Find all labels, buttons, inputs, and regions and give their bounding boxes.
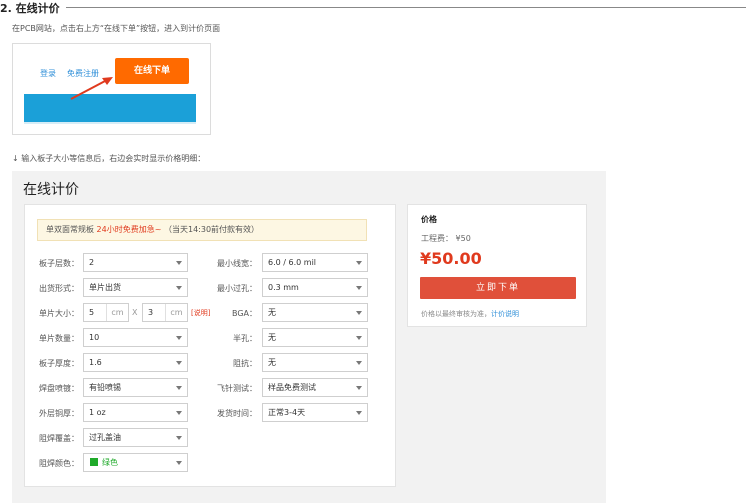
soldermask-cover-value: 过孔盖油: [89, 433, 121, 442]
bga-label: BGA：: [231, 309, 257, 318]
board-height-value: 3: [148, 308, 154, 317]
place-order-button[interactable]: 立即下单: [420, 277, 576, 299]
layers-select[interactable]: 2: [83, 253, 188, 272]
chevron-down-icon: [176, 461, 182, 465]
soldermask-cover-select[interactable]: 过孔盖油: [83, 428, 188, 447]
delivery-time-label: 发货时间：: [217, 409, 257, 418]
price-title: 价格: [421, 215, 437, 224]
chevron-down-icon: [176, 261, 182, 265]
impedance-label: 阻抗：: [233, 359, 257, 368]
urgent-notice: 单双面常规板 24小时免费加急~ （当天14:30前付款有效）: [37, 219, 367, 241]
size-separator: X: [132, 308, 138, 317]
chevron-down-icon: [176, 336, 182, 340]
min-hole-select[interactable]: 0.3 mm: [262, 278, 368, 297]
chevron-down-icon: [176, 386, 182, 390]
chevron-down-icon: [356, 336, 362, 340]
panel-title: 在线计价: [23, 182, 79, 198]
price-summary: 价格 工程费： ¥50 ¥50.00 立即下单 价格以最终审核为准，计价说明: [407, 204, 587, 327]
bga-select[interactable]: 无: [262, 303, 368, 322]
quantity-value: 10: [89, 333, 100, 342]
board-width-value: 5: [89, 308, 95, 317]
delivery-time-select[interactable]: 正常3-4天: [262, 403, 368, 422]
board-height-input[interactable]: 3 cm: [142, 303, 188, 322]
soldermask-color-label: 阻焊颜色：: [39, 459, 79, 468]
quantity-select[interactable]: 10: [83, 328, 188, 347]
shipping-form-label: 出货形式：: [39, 284, 79, 293]
impedance-select[interactable]: 无: [262, 353, 368, 372]
order-form: 单双面常规板 24小时免费加急~ （当天14:30前付款有效） 板子层数： 2 …: [24, 204, 396, 487]
surface-finish-label: 焊盘喷镀：: [39, 384, 79, 393]
width-unit: cm: [106, 304, 128, 321]
total-price: ¥50.00: [420, 249, 482, 268]
min-trace-select[interactable]: 6.0 / 6.0 mil: [262, 253, 368, 272]
min-hole-value: 0.3 mm: [268, 283, 299, 292]
soldermask-cover-label: 阻焊覆盖：: [39, 434, 79, 443]
flying-probe-select[interactable]: 样品免费测试: [262, 378, 368, 397]
copper-label: 外层铜厚：: [39, 409, 79, 418]
chevron-down-icon: [176, 436, 182, 440]
quantity-label: 单片数量：: [39, 334, 79, 343]
price-note-text: 价格以最终审核为准，: [421, 310, 491, 318]
section-title: 2. 在线计价: [0, 2, 60, 15]
surface-finish-select[interactable]: 有铅喷锡: [83, 378, 188, 397]
notice-prefix: 单双面常规板: [46, 225, 94, 234]
chevron-down-icon: [356, 286, 362, 290]
chevron-down-icon: [356, 361, 362, 365]
height-unit: cm: [165, 304, 187, 321]
half-hole-label: 半孔：: [233, 334, 257, 343]
thickness-value: 1.6: [89, 358, 102, 367]
copper-select[interactable]: 1 oz: [83, 403, 188, 422]
soldermask-color-value: 绿色: [102, 458, 118, 467]
chevron-down-icon: [356, 261, 362, 265]
board-size-label: 单片大小：: [39, 309, 79, 318]
surface-finish-value: 有铅喷锡: [89, 383, 121, 392]
layers-label: 板子层数：: [39, 259, 79, 268]
min-hole-label: 最小过孔：: [217, 284, 257, 293]
soldermask-color-select[interactable]: 绿色: [83, 453, 188, 472]
step2-text: ↓ 输入板子大小等信息后，右边会实时显示价格明细：: [12, 154, 206, 163]
chevron-down-icon: [176, 361, 182, 365]
flying-probe-label: 飞针测试：: [217, 384, 257, 393]
min-trace-label: 最小线宽：: [217, 259, 257, 268]
chevron-down-icon: [356, 311, 362, 315]
pricing-explain-link[interactable]: 计价说明: [491, 310, 519, 318]
chevron-down-icon: [356, 411, 362, 415]
notice-highlight: 24小时免费加急~: [96, 225, 162, 234]
shipping-form-select[interactable]: 单片出货: [83, 278, 188, 297]
min-trace-value: 6.0 / 6.0 mil: [268, 258, 317, 267]
engineering-fee: 工程费： ¥50: [421, 234, 471, 243]
flying-probe-value: 样品免费测试: [268, 383, 316, 392]
impedance-value: 无: [268, 358, 276, 367]
chevron-down-icon: [176, 411, 182, 415]
half-hole-select[interactable]: 无: [262, 328, 368, 347]
notice-suffix: （当天14:30前付款有效）: [163, 225, 260, 234]
chevron-down-icon: [356, 386, 362, 390]
layers-value: 2: [89, 258, 95, 267]
section-divider: [66, 7, 746, 8]
step1-text: 在PCB网站，点击右上方“在线下单”按钮，进入到计价页面: [12, 24, 221, 33]
shipping-form-value: 单片出货: [89, 283, 121, 292]
thickness-label: 板子厚度：: [39, 359, 79, 368]
board-width-input[interactable]: 5 cm: [83, 303, 129, 322]
chevron-down-icon: [176, 286, 182, 290]
color-swatch: [90, 458, 98, 466]
pointer-arrow-icon: [70, 77, 113, 100]
delivery-time-value: 正常3-4天: [268, 408, 306, 417]
half-hole-value: 无: [268, 333, 276, 342]
bga-value: 无: [268, 308, 276, 317]
thickness-select[interactable]: 1.6: [83, 353, 188, 372]
pricing-panel: 在线计价 单双面常规板 24小时免费加急~ （当天14:30前付款有效） 板子层…: [12, 171, 606, 503]
copper-value: 1 oz: [89, 408, 106, 417]
site-header-screenshot: 登录 免费注册 在线下单: [12, 43, 211, 135]
price-note: 价格以最终审核为准，计价说明: [421, 309, 519, 319]
